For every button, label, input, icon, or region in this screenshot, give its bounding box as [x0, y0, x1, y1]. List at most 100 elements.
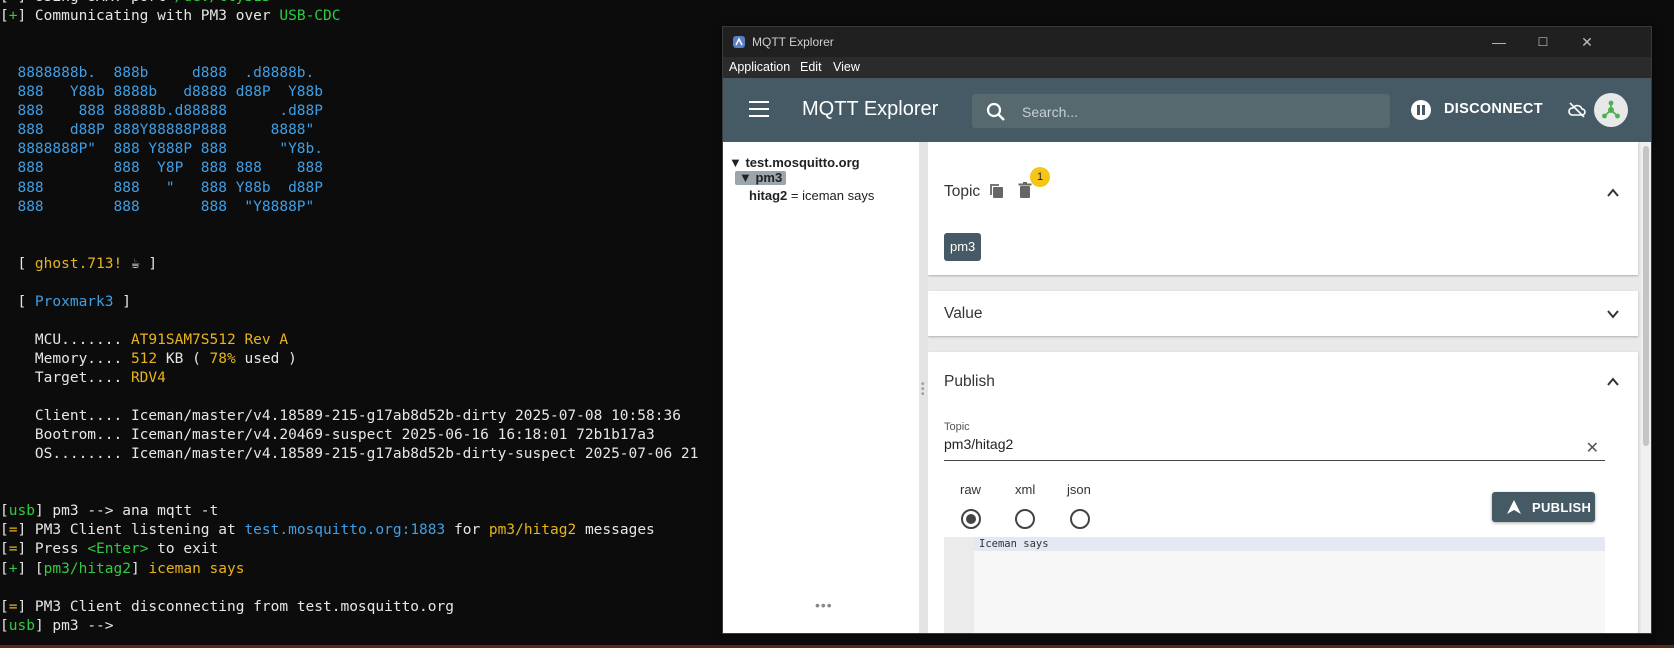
publish-topic-field[interactable]: ✕: [944, 436, 1605, 461]
terminal-line: 888 888 " 888 Y88b d88P: [0, 179, 323, 198]
menu-view[interactable]: View: [833, 60, 860, 74]
terminal-text: ] Using UART port: [17, 0, 174, 5]
connection-graph-icon: [1602, 100, 1620, 119]
terminal-text: pm3/hitag2: [43, 560, 131, 577]
search-input[interactable]: [1020, 101, 1364, 123]
terminal-text: ] Communicating with PM3 over: [17, 8, 280, 25]
delete-icon[interactable]: [1016, 181, 1034, 199]
cloud-off-icon: [1568, 102, 1586, 118]
terminal-text: ] PM3 Client disconnecting from test.mos…: [17, 598, 454, 615]
publish-panel: Publish Topic ✕ raw xml json PUBLISH: [928, 352, 1638, 633]
scrollbar-thumb[interactable]: [1643, 146, 1649, 446]
detail-scrollbar[interactable]: [1641, 142, 1651, 633]
chevron-down-icon[interactable]: [1606, 307, 1620, 321]
search-icon: [986, 102, 1005, 121]
topic-tree: ▼ test.mosquitto.org ▼ pm3 hitag2 = icem…: [723, 142, 919, 633]
leaf-key: hitag2: [749, 188, 788, 203]
terminal-line: [usb] pm3 --> ana mqtt -t: [0, 502, 218, 521]
terminal-text: [: [0, 503, 9, 520]
format-raw-radio[interactable]: [961, 509, 981, 529]
terminal-text: messages: [576, 522, 655, 539]
menu-edit[interactable]: Edit: [800, 60, 822, 74]
terminal-text: ]: [113, 293, 131, 310]
terminal-line: [=] PM3 Client listening at test.mosquit…: [0, 521, 655, 540]
terminal-text: ] Press: [17, 541, 88, 558]
terminal-text: iceman says: [148, 560, 245, 577]
terminal-line: 888 888 88888b.d88888 .d88P: [0, 102, 323, 121]
terminal-line: 888 d88P 888Y88888P888 8888": [0, 121, 314, 140]
leaf-value: = iceman says: [787, 188, 875, 203]
terminal-text: ☕ ]: [122, 255, 158, 272]
terminal-text: pm3/hitag2: [488, 522, 577, 539]
terminal-line: Memory.... 512 KB ( 78% used ): [0, 350, 297, 369]
tree-more-indicator: •••: [815, 597, 833, 613]
chevron-up-icon[interactable]: [1606, 375, 1620, 389]
terminal-line: Target.... RDV4: [0, 369, 166, 388]
chevron-up-icon[interactable]: [1606, 186, 1620, 200]
editor-gutter: [944, 537, 974, 633]
terminal-line: [+] [pm3/hitag2] iceman says: [0, 560, 244, 579]
terminal-text: /dev/ttyS13: [175, 0, 271, 5]
terminal-line: MCU....... AT91SAM7S512 Rev A: [0, 331, 288, 350]
maximize-button[interactable]: ☐: [1523, 31, 1563, 53]
tree-node-pm3[interactable]: ▼ pm3: [735, 171, 787, 185]
pause-icon: [1411, 100, 1431, 120]
terminal-text: MCU.......: [0, 331, 131, 348]
minimize-button[interactable]: —: [1479, 31, 1519, 53]
terminal-text: [: [0, 541, 9, 558]
publish-topic-input[interactable]: [944, 436, 1544, 452]
terminal-text: [: [0, 0, 9, 5]
editor-active-line: [974, 537, 1605, 551]
terminal-text: [: [0, 293, 35, 310]
publish-topic-label: Topic: [944, 421, 970, 433]
detail-panel: Topic 1 pm3 Value Publish Topic pm3/hita…: [928, 142, 1651, 633]
close-button[interactable]: ✕: [1567, 31, 1607, 53]
copy-icon[interactable]: [988, 182, 1006, 200]
payload-editor[interactable]: Iceman says: [944, 537, 1605, 633]
publish-button[interactable]: PUBLISH: [1492, 492, 1595, 522]
search-box[interactable]: [972, 94, 1390, 128]
menu-application[interactable]: Application: [729, 60, 790, 74]
publish-button-label: PUBLISH: [1532, 500, 1592, 515]
mqtt-explorer-window: MQTT Explorer — ☐ ✕ Application Edit Vie…: [722, 26, 1652, 634]
format-xml-radio[interactable]: [1015, 509, 1035, 529]
terminal-line: [=] PM3 Client disconnecting from test.m…: [0, 598, 454, 617]
value-panel-title[interactable]: Value: [944, 305, 983, 323]
terminal-text: [: [0, 560, 9, 577]
terminal-line: [ ghost.713! ☕ ]: [0, 255, 157, 274]
value-panel: Value: [928, 291, 1638, 336]
disconnect-label: DISCONNECT: [1444, 101, 1543, 117]
tree-root-node[interactable]: ▼ test.mosquitto.org: [729, 155, 860, 170]
terminal-text: 512: [130, 350, 158, 367]
window-title: MQTT Explorer: [752, 35, 834, 49]
terminal-text: 78%: [209, 350, 236, 367]
terminal-text: 8888888P" 888 Y888P 888 "Y8b.: [0, 141, 324, 158]
topic-panel: Topic 1 pm3: [928, 142, 1638, 275]
format-json-radio[interactable]: [1070, 509, 1090, 529]
title-bar[interactable]: MQTT Explorer — ☐ ✕: [723, 27, 1651, 57]
menu-bar: Application Edit View: [723, 57, 1651, 78]
terminal-text: [: [0, 522, 9, 539]
delete-count-badge: 1: [1030, 167, 1050, 187]
topic-panel-title[interactable]: Topic: [944, 183, 980, 201]
panel-resize-handle[interactable]: • • •: [919, 142, 928, 633]
terminal-text: 8888888b. 888b d888 .d8888b.: [0, 65, 315, 82]
terminal-text: KB (: [157, 350, 210, 367]
terminal-text: AT91SAM7S512 Rev A: [130, 331, 289, 348]
terminal-text: <Enter>: [87, 541, 149, 558]
terminal-text: 888 888 888 "Y8888P": [0, 198, 315, 215]
terminal-text: [: [0, 8, 9, 25]
menu-icon[interactable]: [749, 101, 769, 117]
terminal-text: usb: [8, 503, 35, 520]
terminal-line: 8888888b. 888b d888 .d8888b.: [0, 64, 314, 83]
avatar[interactable]: [1594, 93, 1628, 127]
terminal-text: used ): [235, 350, 297, 367]
terminal-text: ghost.713!: [34, 255, 123, 272]
terminal-text: ]: [130, 560, 149, 577]
tree-leaf-hitag2[interactable]: hitag2 = iceman says: [749, 188, 874, 203]
terminal-text: 888 888 88888b.d88888 .d88P: [0, 103, 324, 120]
topic-chip-pm3[interactable]: pm3: [944, 233, 982, 261]
format-xml-label: xml: [1015, 482, 1036, 497]
publish-panel-title[interactable]: Publish: [944, 373, 995, 391]
clear-icon[interactable]: ✕: [1586, 438, 1599, 458]
